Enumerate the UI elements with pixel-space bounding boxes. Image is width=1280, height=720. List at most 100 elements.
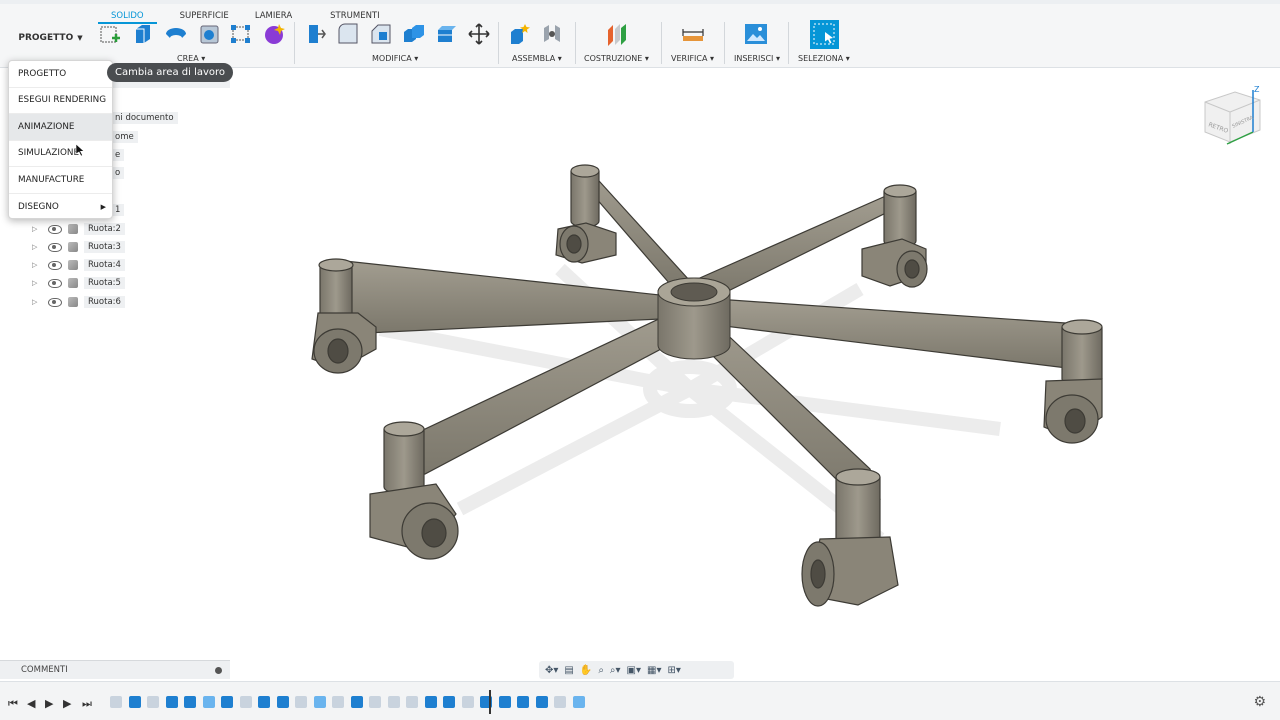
zoom-window-icon[interactable]: ⌕▾ [610, 665, 621, 676]
extrude-icon[interactable] [131, 22, 155, 46]
grid-settings-icon[interactable]: ▦▾ [647, 665, 661, 676]
menu-item-manufacture[interactable]: MANUFACTURE [9, 167, 112, 194]
costruzione-menu[interactable]: COSTRUZIONE ▾ [584, 54, 649, 63]
comments-bar[interactable]: COMMENTI [0, 660, 230, 679]
verifica-menu[interactable]: VERIFICA ▾ [671, 54, 714, 63]
timeline-feature-icon[interactable] [258, 696, 270, 708]
menu-item-animazione[interactable]: ANIMAZIONE [9, 114, 112, 141]
visibility-eye-icon[interactable] [48, 278, 62, 288]
revolve-icon[interactable] [164, 22, 188, 46]
chevron-down-icon: ▼ [77, 34, 83, 42]
axis-z-label: Z [1254, 85, 1260, 94]
expand-triangle-icon[interactable]: ▷ [32, 298, 42, 306]
timeline-feature-icon[interactable] [276, 696, 289, 708]
timeline-feature-icon[interactable] [517, 696, 529, 708]
select-icon[interactable] [810, 20, 839, 49]
add-comment-icon[interactable] [215, 666, 222, 674]
timeline-feature-icon[interactable] [461, 696, 474, 708]
viewports-icon[interactable]: ⊞▾ [667, 665, 680, 676]
chamfer-icon[interactable] [369, 22, 393, 46]
browser-component-row[interactable]: ▷ Ruota:4 [32, 257, 125, 273]
timeline-feature-icon[interactable] [535, 696, 548, 708]
component-icon [68, 242, 78, 252]
insert-image-icon[interactable] [744, 22, 768, 46]
timeline-feature-icon[interactable] [332, 696, 344, 708]
timeline-feature-icon[interactable] [443, 696, 455, 708]
menu-item-esegui-rendering[interactable]: ESEGUI RENDERING [9, 88, 112, 114]
joint-icon[interactable] [540, 22, 564, 46]
timeline-feature-icon[interactable] [165, 696, 178, 708]
menu-item-disegno-label: DISEGNO [18, 201, 59, 212]
browser-component-row[interactable]: ▷ Ruota:2 [32, 221, 125, 237]
timeline-bar: ⏮ ◀ ▶ ▶ ⏭ ⚙ [0, 681, 1280, 720]
step-back-icon[interactable]: ◀ [27, 697, 35, 710]
form-icon[interactable] [262, 22, 286, 46]
inserisci-menu[interactable]: INSERISCI ▾ [734, 54, 780, 63]
menu-item-progetto[interactable]: PROGETTO [9, 61, 112, 88]
viewcube[interactable]: Z RETRO SINISTRA [1195, 82, 1265, 152]
expand-triangle-icon[interactable]: ▷ [32, 225, 42, 233]
timeline-feature-icon[interactable] [295, 696, 307, 708]
offset-plane-icon[interactable] [605, 22, 629, 46]
timeline-feature-icon[interactable] [369, 696, 381, 708]
crea-menu[interactable]: CREA ▾ [177, 54, 205, 63]
measure-icon[interactable] [681, 22, 705, 46]
timeline-marker[interactable] [489, 690, 491, 714]
assembla-menu[interactable]: ASSEMBLA ▾ [512, 54, 562, 63]
timeline-feature-icon[interactable] [239, 696, 252, 708]
component-icon [68, 278, 78, 288]
pan-icon[interactable]: ✋ [580, 665, 592, 676]
timeline-feature-icon[interactable] [387, 696, 400, 708]
timeline-feature-icon[interactable] [572, 696, 585, 708]
timeline-feature-icon[interactable] [350, 696, 363, 708]
seleziona-menu[interactable]: SELEZIONA ▾ [798, 54, 850, 63]
browser-component-row[interactable]: ▷ Ruota:6 [32, 294, 125, 310]
timeline-feature-icon[interactable] [313, 696, 326, 708]
press-pull-icon[interactable] [303, 22, 327, 46]
new-component-icon[interactable] [508, 22, 532, 46]
look-at-icon[interactable]: ▤ [564, 665, 573, 676]
timeline-feature-icon[interactable] [184, 696, 196, 708]
menu-item-disegno[interactable]: DISEGNO ▶ [9, 194, 112, 221]
visibility-eye-icon[interactable] [48, 224, 62, 234]
browser-component-row[interactable]: ▷ Ruota:5 [32, 275, 125, 291]
visibility-eye-icon[interactable] [48, 297, 62, 307]
browser-row-origin[interactable]: ome [111, 131, 138, 143]
visibility-eye-icon[interactable] [48, 260, 62, 270]
orbit-icon[interactable]: ✥▾ [545, 665, 558, 676]
expand-triangle-icon[interactable]: ▷ [32, 279, 42, 287]
timeline-feature-icon[interactable] [110, 696, 122, 708]
expand-triangle-icon[interactable]: ▷ [32, 261, 42, 269]
timeline-feature-icon[interactable] [221, 696, 233, 708]
timeline-feature-icon[interactable] [498, 696, 511, 708]
timeline-feature-icon[interactable] [202, 696, 215, 708]
timeline-feature-icon[interactable] [147, 696, 159, 708]
timeline-feature-icon[interactable] [424, 696, 437, 708]
step-forward-icon[interactable]: ▶ [63, 697, 71, 710]
gear-icon[interactable]: ⚙ [1253, 694, 1266, 710]
timeline-feature-icon[interactable] [128, 696, 141, 708]
modifica-menu[interactable]: MODIFICA ▾ [372, 54, 418, 63]
browser-component-row[interactable]: ▷ Ruota:3 [32, 239, 125, 255]
menu-item-simulazione[interactable]: SIMULAZIONE [9, 141, 112, 167]
visibility-eye-icon[interactable] [48, 242, 62, 252]
zoom-icon[interactable]: ⌕ [598, 665, 604, 676]
go-to-start-icon[interactable]: ⏮ [8, 697, 18, 711]
offset-face-icon[interactable] [435, 22, 459, 46]
browser-row-5[interactable]: 1 [111, 204, 125, 216]
timeline-feature-icon[interactable] [554, 696, 566, 708]
display-settings-icon[interactable]: ▣▾ [627, 665, 641, 676]
expand-triangle-icon[interactable]: ▷ [32, 243, 42, 251]
go-to-end-icon[interactable]: ⏭ [82, 697, 92, 711]
timeline-feature-icon[interactable] [406, 696, 418, 708]
tooltip: Cambia area di lavoro [107, 63, 234, 82]
pattern-icon[interactable] [229, 22, 253, 46]
shell-icon[interactable] [197, 22, 221, 46]
create-sketch-icon[interactable] [98, 22, 122, 46]
move-icon[interactable] [467, 22, 491, 46]
play-icon[interactable]: ▶ [45, 697, 53, 710]
fillet-icon[interactable] [336, 22, 360, 46]
combine-icon[interactable] [402, 22, 426, 46]
workspace-switcher[interactable]: PROGETTO ▼ [8, 19, 93, 57]
browser-row-settings[interactable]: ni documento [111, 112, 178, 124]
